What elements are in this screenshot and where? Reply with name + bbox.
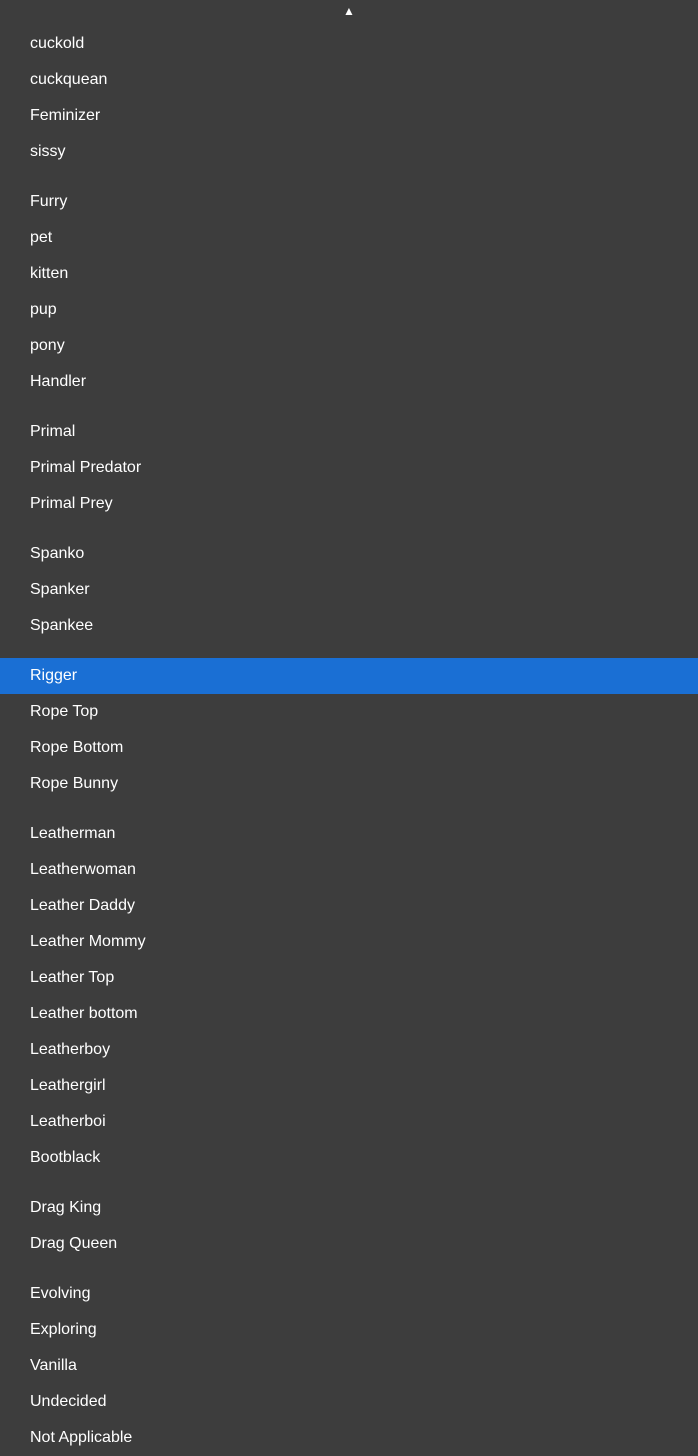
list-item-exploring[interactable]: Exploring [0,1312,698,1348]
list-item-cuckold[interactable]: cuckold [0,26,698,62]
list-item-drag-queen[interactable]: Drag Queen [0,1226,698,1262]
list-item-leatherman[interactable]: Leatherman [0,816,698,852]
list-item-sissy[interactable]: sissy [0,134,698,170]
group-spacer [0,170,698,184]
list-item-cuckquean[interactable]: cuckquean [0,62,698,98]
list-item-leather-daddy[interactable]: Leather Daddy [0,888,698,924]
list-item-pet[interactable]: pet [0,220,698,256]
list-item-not-applicable[interactable]: Not Applicable [0,1420,698,1456]
list-item-kitten[interactable]: kitten [0,256,698,292]
list-item-leatherboy[interactable]: Leatherboy [0,1032,698,1068]
list-item-spanko[interactable]: Spanko [0,536,698,572]
list-item-evolving[interactable]: Evolving [0,1276,698,1312]
group-spacer [0,1176,698,1190]
list-item-rigger[interactable]: Rigger [0,658,698,694]
list-item-rope-top[interactable]: Rope Top [0,694,698,730]
list-item-pony[interactable]: pony [0,328,698,364]
list-item-feminizer[interactable]: Feminizer [0,98,698,134]
group-spacer [0,1262,698,1276]
list-item-vanilla[interactable]: Vanilla [0,1348,698,1384]
list-item-bootblack[interactable]: Bootblack [0,1140,698,1176]
group-spacer [0,644,698,658]
list-item-rope-bottom[interactable]: Rope Bottom [0,730,698,766]
list-item-leathergirl[interactable]: Leathergirl [0,1068,698,1104]
list-item-furry[interactable]: Furry [0,184,698,220]
list-item-leather-bottom[interactable]: Leather bottom [0,996,698,1032]
list-item-rope-bunny[interactable]: Rope Bunny [0,766,698,802]
list-item-pup[interactable]: pup [0,292,698,328]
list-item-spanker[interactable]: Spanker [0,572,698,608]
group-spacer [0,522,698,536]
list-item-leather-mommy[interactable]: Leather Mommy [0,924,698,960]
group-spacer [0,802,698,816]
list-item-primal-predator[interactable]: Primal Predator [0,450,698,486]
list-item-drag-king[interactable]: Drag King [0,1190,698,1226]
list-item-undecided[interactable]: Undecided [0,1384,698,1420]
role-list: cuckoldcuckqueanFeminizersissy Furrypetki… [0,26,698,1456]
scroll-up-indicator[interactable]: ▲ [0,0,698,26]
list-item-spankee[interactable]: Spankee [0,608,698,644]
list-item-handler[interactable]: Handler [0,364,698,400]
list-item-primal-prey[interactable]: Primal Prey [0,486,698,522]
list-item-leather-top[interactable]: Leather Top [0,960,698,996]
scroll-up-arrow: ▲ [343,4,355,18]
list-item-leatherboi[interactable]: Leatherboi [0,1104,698,1140]
group-spacer [0,400,698,414]
list-item-primal[interactable]: Primal [0,414,698,450]
list-item-leatherwoman[interactable]: Leatherwoman [0,852,698,888]
